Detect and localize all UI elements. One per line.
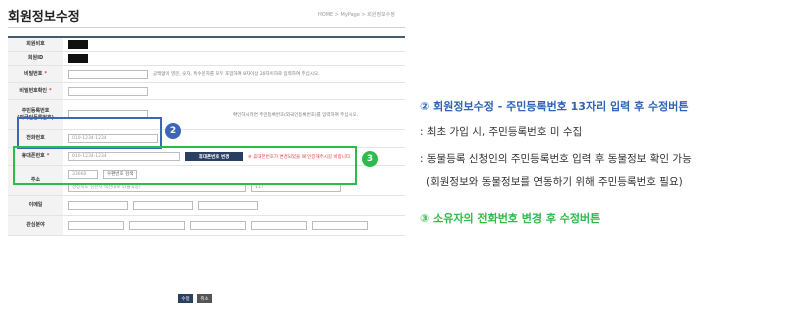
member-id-label: 회원ID: [8, 52, 63, 65]
member-no-masked-value: [68, 40, 88, 49]
title-divider: [8, 27, 405, 28]
cancel-button[interactable]: 취소: [197, 294, 212, 303]
callout-badge-3: 3: [362, 151, 378, 167]
email-domain-select[interactable]: [198, 201, 258, 210]
interest-field-4[interactable]: [251, 221, 307, 230]
note-title-rrn: ② 회원정보수정 - 주민등록번호 13자리 입력 후 수정버튼: [420, 100, 689, 113]
callout-badge-2: 2: [165, 123, 181, 139]
email-domain-input[interactable]: [133, 201, 193, 210]
password-hint: 공백없이 영문, 숫자, 특수문자를 모두 포함하여 8자이상 20자이하로 입…: [153, 72, 320, 77]
rrn-highlight-box: [17, 117, 162, 149]
note-line-3: (회원정보와 동물정보를 연동하기 위해 주민등록번호 필요): [426, 176, 683, 188]
note-line-2: : 동물등록 신청인의 주민등록번호 입력 후 동물정보 확인 가능: [420, 153, 692, 165]
note-line-1: : 최초 가입 시, 주민등록번호 미 수집: [420, 126, 583, 138]
interest-label: 관심분야: [8, 216, 63, 235]
member-no-label: 회원비호: [8, 38, 63, 51]
interest-row: 관심분야: [8, 216, 405, 236]
interest-field-1[interactable]: [68, 221, 124, 230]
interest-field-5[interactable]: [312, 221, 368, 230]
phone-highlight-box: [13, 146, 357, 185]
email-id-input[interactable]: [68, 201, 128, 210]
interest-field-3[interactable]: [190, 221, 246, 230]
interest-field-2[interactable]: [129, 221, 185, 230]
form-actions: 수정 취소: [178, 294, 212, 303]
submit-button[interactable]: 수정: [178, 294, 193, 303]
password-confirm-label: 비밀번호확인 *: [8, 83, 63, 99]
page-title: 회원정보수정: [8, 10, 80, 25]
password-label: 비밀번호 *: [8, 66, 63, 82]
email-label: 이메일: [8, 196, 63, 215]
password-confirm-row: 비밀번호확인 *: [8, 83, 405, 100]
password-input[interactable]: [68, 69, 148, 79]
email-row: 이메일: [8, 196, 405, 216]
required-mark: *: [48, 87, 52, 94]
note-title-phone: ③ 소유자의 전화번호 변경 후 수정버튼: [420, 212, 601, 225]
password-confirm-input[interactable]: [68, 86, 148, 96]
required-mark: *: [44, 70, 48, 77]
member-id-masked-value: [68, 54, 88, 63]
member-id-row: 회원ID: [8, 52, 405, 66]
member-no-row: 회원비호: [8, 38, 405, 52]
breadcrumb: HOME > MyPage > 회원정보수정: [318, 12, 395, 18]
rrn-hint: 확인하시려면 주민등록번호(외국인등록번호)를 입력하여 주십시오.: [233, 112, 359, 118]
password-row: 비밀번호 * 공백없이 영문, 숫자, 특수문자를 모두 포함하여 8자이상 20…: [8, 66, 405, 83]
